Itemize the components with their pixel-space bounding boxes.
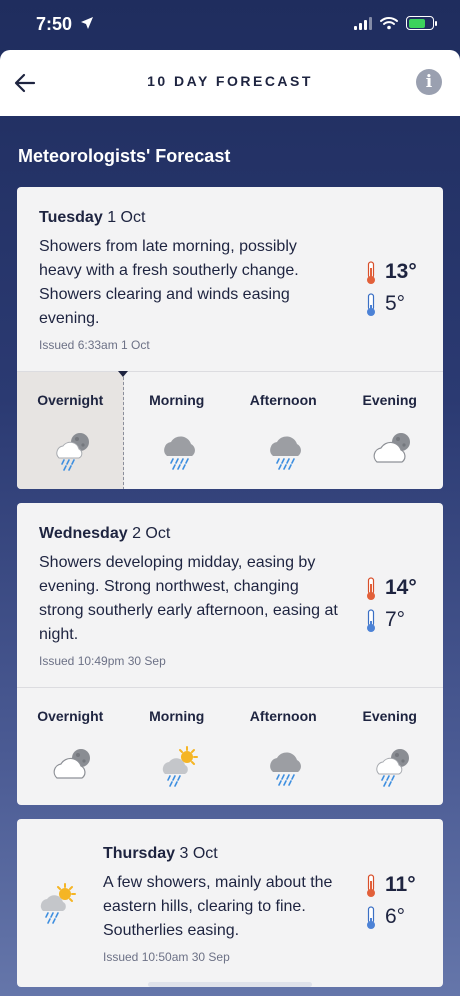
- min-temp: 6°: [385, 905, 406, 928]
- day-card-thursday[interactable]: Thursday 3 Oct A few showers, mainly abo…: [17, 819, 443, 987]
- thermometer-max-icon: [365, 261, 377, 285]
- section-title: Meteorologists' Forecast: [18, 146, 231, 166]
- night-showers-icon: [50, 428, 94, 472]
- day-heading: Thursday 3 Oct: [103, 845, 218, 863]
- period-afternoon[interactable]: Afternoon: [230, 372, 337, 489]
- period-evening[interactable]: Evening: [337, 688, 444, 805]
- period-label: Evening: [362, 708, 417, 724]
- home-indicator: [148, 982, 312, 987]
- sun-showers-icon: [157, 744, 201, 788]
- day-card-tuesday[interactable]: Tuesday 1 Oct Showers from late morning,…: [17, 187, 443, 489]
- min-temp: 5°: [385, 292, 406, 315]
- showers-icon: [157, 428, 201, 472]
- location-arrow-icon: [81, 17, 93, 29]
- status-bar: 7:50: [0, 0, 460, 50]
- period-label: Afternoon: [249, 392, 317, 408]
- forecast-summary: Showers developing midday, easing by eve…: [39, 554, 338, 643]
- top-bar: 10 DAY FORECAST i: [0, 50, 460, 116]
- issued-time: Issued 10:50am 30 Sep: [103, 950, 230, 964]
- period-overnight[interactable]: Overnight: [17, 372, 124, 489]
- period-evening[interactable]: Evening: [337, 372, 444, 489]
- night-cloudy-icon: [370, 428, 414, 472]
- day-name: Thursday: [103, 845, 176, 862]
- sun-showers-icon: [35, 881, 79, 925]
- day-card-wednesday[interactable]: Wednesday 2 Oct Showers developing midda…: [17, 503, 443, 805]
- max-temp: 13°: [385, 260, 417, 283]
- period-strip: Overnight Morning Afternoon Evening: [17, 687, 443, 805]
- info-icon[interactable]: i: [416, 69, 442, 95]
- period-strip: Overnight Morning Afternoon Evening: [17, 371, 443, 489]
- thermometer-min-icon: [365, 906, 377, 930]
- battery-icon: [406, 16, 437, 30]
- day-date: 3 Oct: [179, 845, 218, 862]
- current-time-marker-icon: [118, 371, 128, 377]
- period-afternoon[interactable]: Afternoon: [230, 688, 337, 805]
- temperature-range: 11° 6°: [365, 871, 421, 935]
- max-temp: 11°: [385, 873, 416, 896]
- day-heading: Tuesday 1 Oct: [39, 209, 145, 227]
- issued-time: Issued 6:33am 1 Oct: [39, 338, 150, 352]
- thermometer-max-icon: [365, 577, 377, 601]
- max-temp: 14°: [385, 576, 417, 599]
- forecast-summary: A few showers, mainly about the eastern …: [103, 874, 333, 939]
- showers-icon: [263, 428, 307, 472]
- min-temp: 7°: [385, 608, 406, 631]
- period-label: Morning: [149, 392, 205, 408]
- temperature-range: 14° 7°: [365, 574, 421, 638]
- period-label: Afternoon: [249, 708, 317, 724]
- cellular-signal-icon: [354, 16, 372, 30]
- period-label: Overnight: [37, 708, 104, 724]
- issued-time: Issued 10:49pm 30 Sep: [39, 654, 166, 668]
- thermometer-min-icon: [365, 293, 377, 317]
- period-label: Morning: [149, 708, 205, 724]
- day-heading: Wednesday 2 Oct: [39, 525, 170, 543]
- period-label: Evening: [362, 392, 417, 408]
- day-name: Wednesday: [39, 525, 128, 542]
- page-title: 10 DAY FORECAST: [147, 73, 313, 89]
- wifi-icon: [380, 17, 398, 30]
- period-morning[interactable]: Morning: [124, 688, 231, 805]
- status-time: 7:50: [36, 14, 73, 34]
- period-label: Overnight: [37, 392, 104, 408]
- day-date: 2 Oct: [132, 525, 171, 542]
- temperature-range: 13° 5°: [365, 258, 421, 322]
- current-time-line: [123, 372, 124, 489]
- night-showers-icon: [370, 744, 414, 788]
- day-name: Tuesday: [39, 209, 103, 226]
- day-date: 1 Oct: [107, 209, 146, 226]
- thermometer-min-icon: [365, 609, 377, 633]
- forecast-summary: Showers from late morning, possibly heav…: [39, 238, 299, 327]
- period-overnight[interactable]: Overnight: [17, 688, 124, 805]
- night-cloudy-icon: [50, 744, 94, 788]
- thermometer-max-icon: [365, 874, 377, 898]
- period-morning[interactable]: Morning: [124, 372, 231, 489]
- showers-icon: [263, 744, 307, 788]
